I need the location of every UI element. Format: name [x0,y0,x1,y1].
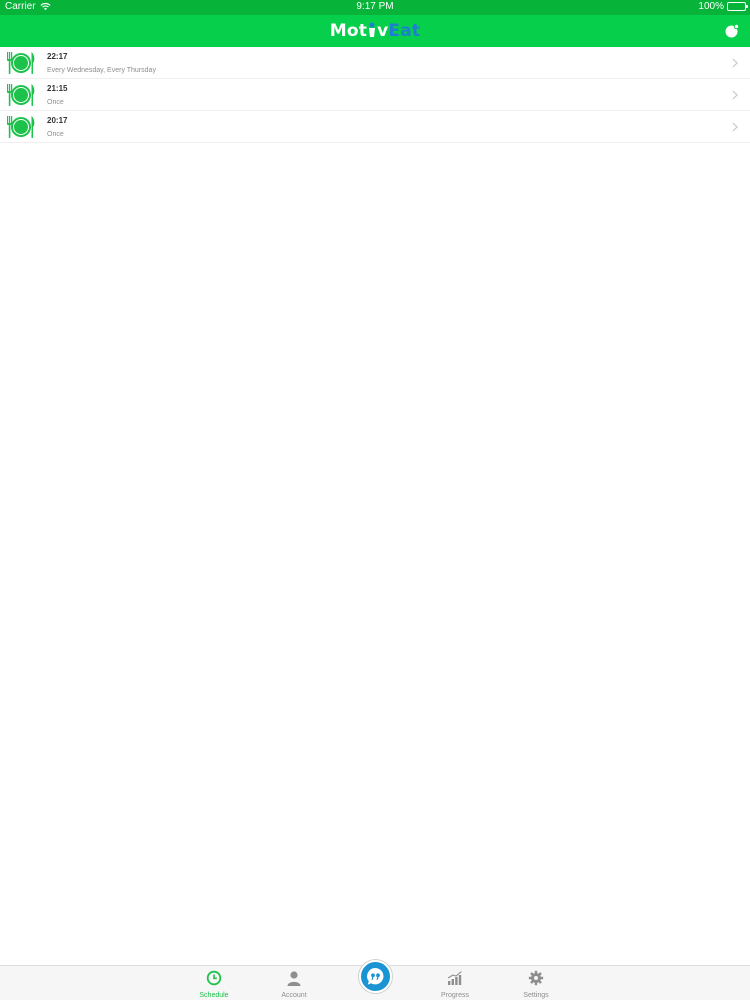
bar-chart-icon [447,971,462,985]
schedule-time: 21:15 [47,84,68,93]
app-logo: Mot vEat [329,21,421,41]
schedule-time: 20:17 [47,116,68,125]
tab-schedule[interactable]: Schedule [184,968,244,1000]
notification-bell-icon[interactable] [724,23,740,39]
battery-icon [727,2,748,11]
logo-figure-icon [369,22,376,37]
battery-percent: 100% [698,1,724,12]
chevron-right-icon [732,122,738,132]
chevron-right-icon [732,58,738,68]
tab-account[interactable]: Account [264,968,324,1000]
tab-progress[interactable]: Progress [425,968,485,1000]
tab-label: Progress [440,992,469,999]
schedule-row[interactable]: 20:17 Once [0,111,750,143]
quote-bubble-icon [367,967,384,985]
clock-icon [206,970,222,986]
chevron-right-icon [732,90,738,100]
tab-bar: Schedule Account Progress Settings [0,960,750,1000]
schedule-row[interactable]: 22:17 Every Wednesday, Every Thursday [0,47,750,79]
person-icon [287,971,301,986]
schedule-list: 22:17 Every Wednesday, Every Thursday 21… [0,47,750,143]
tab-settings[interactable]: Settings [506,968,566,1000]
status-time: 9:17 PM [356,1,394,12]
schedule-time: 22:17 [47,52,68,61]
gear-icon [528,970,544,986]
status-bar: Carrier 9:17 PM 100% [0,0,750,15]
meal-plate-icon [7,84,35,106]
schedule-row[interactable]: 21:15 Once [0,79,750,111]
schedule-repeat: Every Wednesday, Every Thursday [47,67,156,74]
tab-label: Settings [523,992,549,999]
schedule-repeat: Once [47,99,64,106]
tab-label: Schedule [199,992,229,999]
meal-plate-icon [7,116,35,138]
nav-bar: Mot vEat [0,15,750,47]
meal-plate-icon [7,52,35,74]
tab-label: Account [281,992,307,999]
schedule-repeat: Once [47,131,64,138]
quote-bubble-button[interactable] [359,960,392,993]
